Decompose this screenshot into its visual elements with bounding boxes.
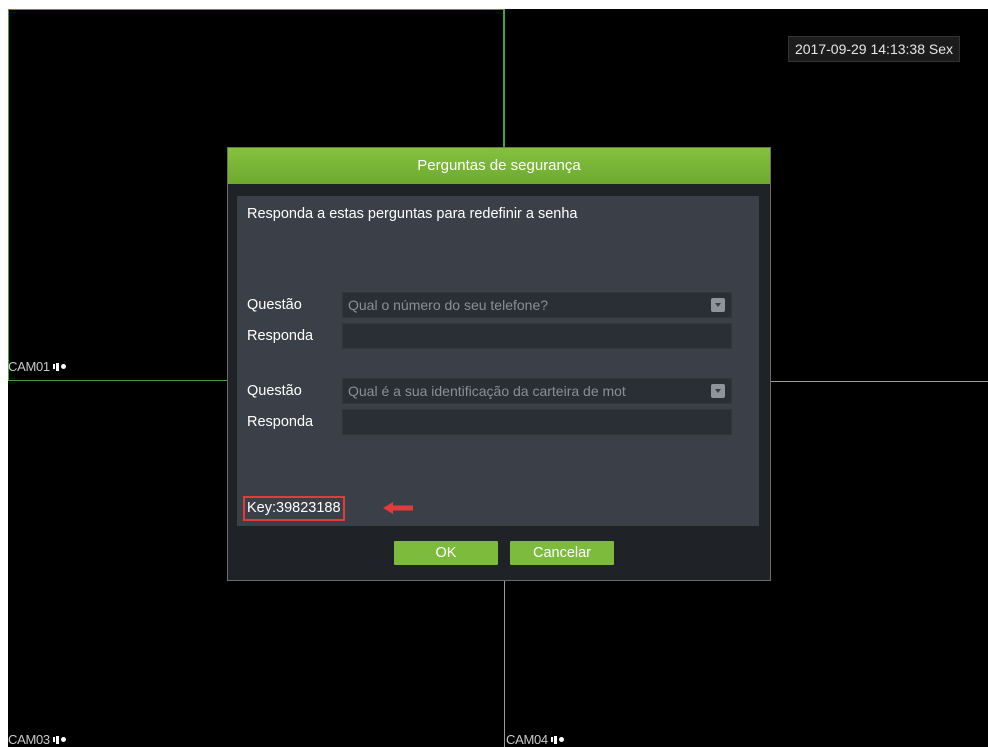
answer-input-2[interactable]	[342, 409, 732, 435]
camera-label-cam03: CAM03	[8, 732, 66, 747]
camera-label-cam04: CAM04	[506, 732, 564, 747]
instruction-text: Responda a estas perguntas para redefini…	[247, 206, 578, 222]
datetime-display: 2017-09-29 14:13:38 Sex	[787, 36, 960, 62]
dialog-body: Responda a estas perguntas para redefini…	[237, 196, 759, 526]
answer-row-2: Responda	[247, 409, 732, 435]
question-label: Questão	[247, 297, 302, 313]
audio-icon	[52, 362, 66, 371]
security-questions-dialog: Perguntas de segurança Responda a estas …	[227, 147, 771, 581]
question-select-value: Qual o número do seu telefone?	[348, 297, 549, 313]
question-row-2: Questão Qual é a sua identificação da ca…	[247, 378, 732, 404]
camera-name: CAM01	[8, 359, 50, 374]
answer-label: Responda	[247, 328, 314, 344]
question-select-1[interactable]: Qual o número do seu telefone?	[342, 292, 732, 318]
chevron-down-icon[interactable]	[711, 384, 725, 398]
chevron-down-icon[interactable]	[711, 298, 725, 312]
cancel-button[interactable]: Cancelar	[510, 541, 614, 565]
camera-label-cam01: CAM01	[8, 359, 66, 374]
reset-key-text: Key:39823188	[243, 496, 345, 521]
question-select-value: Qual é a sua identificação da carteira d…	[348, 383, 626, 399]
answer-input-1[interactable]	[342, 323, 732, 349]
audio-icon	[52, 735, 66, 744]
answer-row-1: Responda	[247, 323, 732, 349]
answer-label: Responda	[247, 414, 314, 430]
dialog-title: Perguntas de segurança	[228, 148, 770, 184]
question-label: Questão	[247, 383, 302, 399]
arrow-left-icon	[383, 502, 413, 514]
ok-button[interactable]: OK	[394, 541, 498, 565]
audio-icon	[550, 735, 564, 744]
camera-name: CAM04	[506, 732, 548, 747]
camera-name: CAM03	[8, 732, 50, 747]
question-row-1: Questão Qual o número do seu telefone?	[247, 292, 732, 318]
question-select-2[interactable]: Qual é a sua identificação da carteira d…	[342, 378, 732, 404]
